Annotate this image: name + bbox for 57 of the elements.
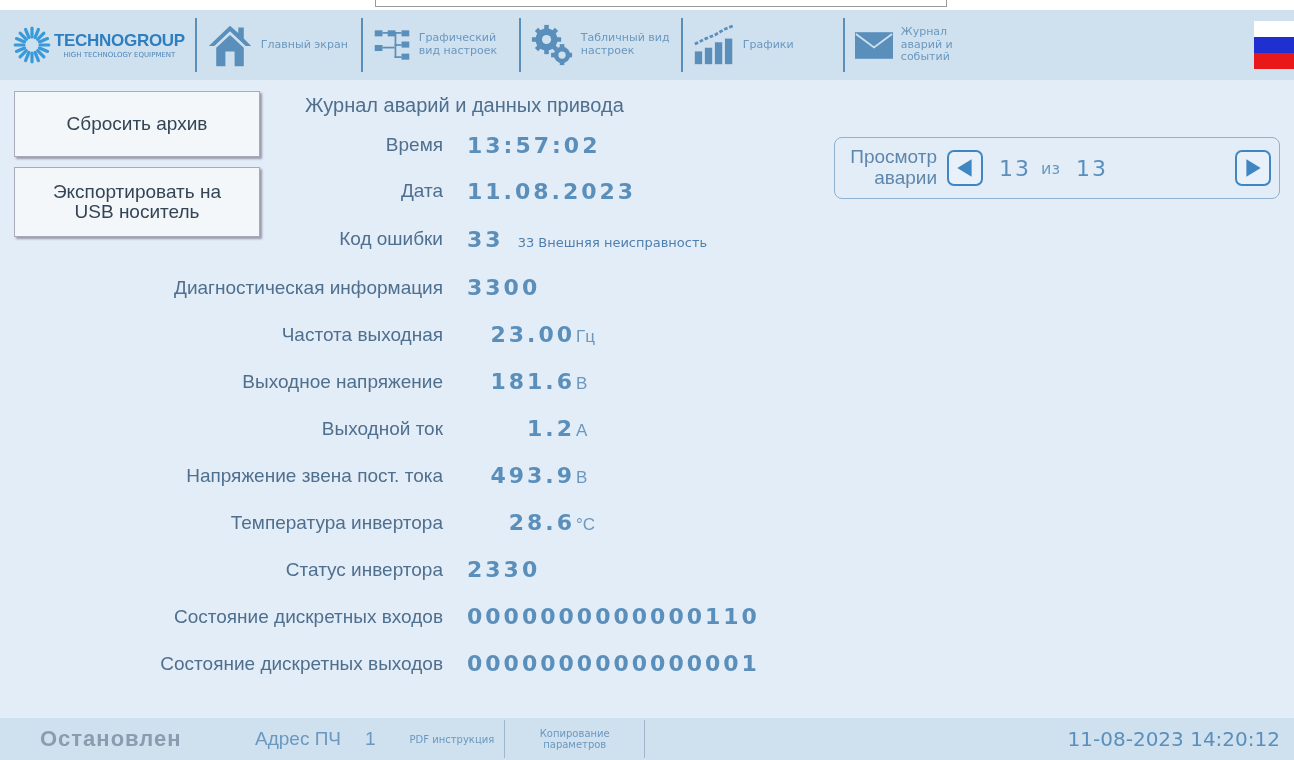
alarm-total: 13 <box>1075 155 1108 181</box>
value-description: 33 Внешняя неисправность <box>517 234 708 250</box>
previous-button[interactable] <box>947 150 983 186</box>
field-label: Дата <box>399 180 444 202</box>
archive-button[interactable]: Экспортировать на USB носитель <box>14 167 260 237</box>
field-label: Температура инвертора <box>229 511 444 534</box>
field-value: 0000000000000110 <box>467 604 760 629</box>
nav-button[interactable]: Графики <box>692 15 833 75</box>
field-label: Диагностическая информация <box>173 276 444 299</box>
date-time: 11-08-2023 14:20:12 <box>1067 727 1280 751</box>
archive-button[interactable]: Сбросить архив <box>14 91 260 157</box>
field-label: Состояние дискретных входов <box>173 605 444 628</box>
field-value: 23.00 <box>489 322 575 347</box>
gears-icon <box>530 24 573 66</box>
field-label: Статус инвертора <box>284 558 444 581</box>
viewer-label: Просмотр аварии <box>849 147 937 189</box>
field-label: Напряжение звена пост. тока <box>185 464 444 487</box>
address-label: Адрес ПЧ <box>255 728 341 750</box>
footer-button[interactable]: PDF инструкция <box>399 720 506 758</box>
footer-button[interactable]: Копирование параметров <box>505 720 646 758</box>
bar-chart-icon <box>692 24 735 66</box>
field-value: 28.6 <box>507 510 575 535</box>
field-label: Состояние дискретных выходов <box>159 652 444 675</box>
sunburst-logo-icon <box>12 25 52 65</box>
field-label: Выходной ток <box>320 417 444 440</box>
of-label: из <box>1041 158 1060 178</box>
page-title: Журнал аварий и данных привода <box>304 93 625 117</box>
field-value: 493.9 <box>489 463 575 488</box>
address-value: 1 <box>365 728 376 750</box>
field-label: Выходное напряжение <box>241 370 444 393</box>
field-value: 11.08.2023 <box>467 178 637 204</box>
nav-button[interactable]: Табличный вид настроек <box>530 15 671 75</box>
field-label: Частота выходная <box>280 323 444 346</box>
field-value: 3300 <box>467 275 541 300</box>
unit-label: В <box>576 374 588 394</box>
field-value: 1.2 <box>526 416 575 441</box>
nav-button[interactable]: Графический вид настроек <box>372 15 509 75</box>
alarm-number: 13 <box>999 155 1031 181</box>
tree-diagram-icon <box>372 27 411 63</box>
logo-text: TECHNOGROUP <box>54 31 185 51</box>
russian-flag-icon <box>1254 21 1294 69</box>
unit-label: °C <box>576 515 596 535</box>
unit-label: Гц <box>576 327 595 347</box>
nav-button[interactable]: Журнал аварий и событий <box>854 15 991 75</box>
drive-state: Остановлен <box>40 726 183 752</box>
field-value: 181.6 <box>489 369 575 394</box>
envelope-icon <box>854 31 893 59</box>
field-value: 0000000000000001 <box>467 651 760 676</box>
field-label: Код ошибки <box>338 228 444 250</box>
field-value: 13:57:02 <box>467 132 601 158</box>
next-button[interactable] <box>1235 150 1271 186</box>
unit-label: А <box>576 421 588 441</box>
field-value: 33 <box>467 226 504 252</box>
nav-button[interactable]: Главный экран <box>206 15 351 75</box>
field-label: Время <box>384 134 444 156</box>
field-value: 2330 <box>467 557 541 582</box>
unit-label: В <box>576 468 588 488</box>
